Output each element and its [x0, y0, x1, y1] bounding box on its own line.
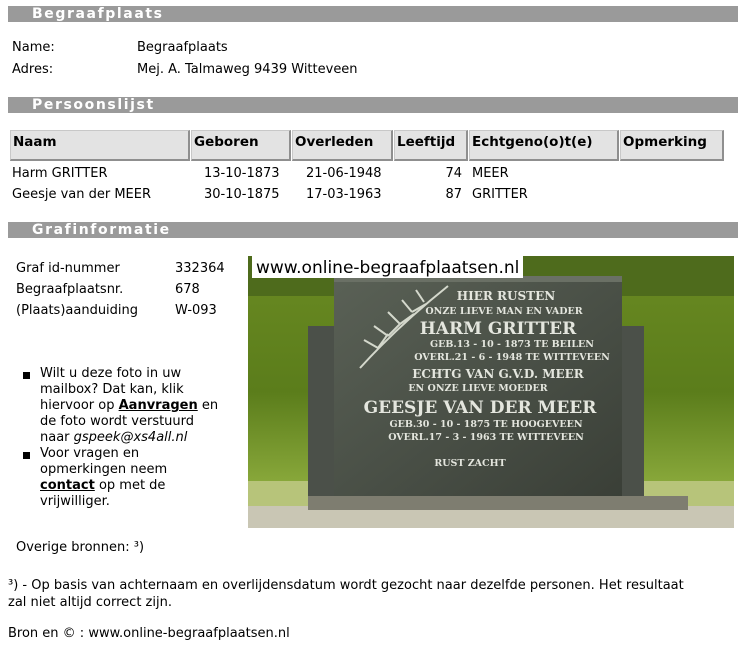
bullet-icon: [23, 372, 30, 379]
aanduiding-value: W-093: [175, 303, 217, 318]
cell-naam: Harm GRITTER: [12, 166, 108, 181]
address-value: Mej. A. Talmaweg 9439 Witteveen: [137, 62, 358, 77]
footnote-line-2: zal niet altijd correct zijn.: [8, 595, 172, 610]
inscription-line: EN ONZE LIEVE MOEDER: [408, 383, 547, 394]
name-label: Name:: [12, 40, 55, 55]
inscription-line: ONZE LIEVE MAN EN VADER: [425, 306, 582, 317]
inscription-line: GEESJE VAN DER MEER: [364, 398, 598, 418]
column-header-opmerking: Opmerking: [620, 130, 724, 161]
cell-leeftijd: 74: [445, 166, 462, 181]
section-header-grafinformatie: Grafinformatie: [8, 222, 738, 238]
aanduiding-label: (Plaats)aanduiding: [16, 303, 139, 318]
overige-bronnen: Overige bronnen: ³): [16, 540, 145, 555]
section-header-begraafplaats: Begraafplaats: [8, 6, 738, 22]
graf-id-label: Graf id-nummer: [16, 261, 120, 276]
cell-geboren: 13-10-1873: [204, 166, 280, 181]
cell-leeftijd: 87: [445, 187, 462, 202]
bron-credit: Bron en © : www.online-begraafplaatsen.n…: [8, 626, 290, 641]
cell-echtgenote: GRITTER: [472, 187, 528, 202]
contact-link[interactable]: contact: [40, 478, 95, 493]
grave-photo-image: HIER RUSTEN ONZE LIEVE MAN EN VADER HARM…: [248, 256, 734, 528]
begraafplaatsnr-label: Begraafplaatsnr.: [16, 282, 124, 297]
photo-watermark: www.online-begraafplaatsen.nl: [252, 256, 524, 278]
column-header-leeftijd: Leeftijd: [394, 130, 468, 161]
inscription-line: GEB.30 - 10 - 1875 TE HOOGEVEEN: [389, 419, 582, 430]
bullet-icon: [23, 452, 30, 459]
column-header-geboren: Geboren: [191, 130, 291, 161]
graf-id-value: 332364: [175, 261, 225, 276]
address-label: Adres:: [12, 62, 54, 77]
inscription-line: HARM GRITTER: [420, 319, 577, 339]
aanvragen-link[interactable]: Aanvragen: [119, 398, 198, 413]
photo-request-text: Wilt u deze foto in uw mailbox? Dat kan,…: [40, 366, 219, 445]
cell-echtgenote: MEER: [472, 166, 509, 181]
begraafplaatsnr-value: 678: [175, 282, 200, 297]
inscription-line: OVERL.17 - 3 - 1963 TE WITTEVEEN: [388, 432, 584, 443]
column-header-echtgenote: Echtgeno(o)t(e): [469, 130, 619, 161]
grave-photo[interactable]: HIER RUSTEN ONZE LIEVE MAN EN VADER HARM…: [248, 256, 734, 528]
cell-geboren: 30-10-1875: [204, 187, 280, 202]
inscription-line: HIER RUSTEN: [457, 289, 555, 303]
inscription-line: ECHTG VAN G.V.D. MEER: [412, 367, 585, 381]
column-header-overleden: Overleden: [292, 130, 393, 161]
inscription-line: RUST ZACHT: [434, 458, 505, 469]
cell-naam: Geesje van der MEER: [12, 187, 152, 202]
section-header-persoonslijst: Persoonslijst: [8, 97, 738, 113]
footnote-line-1: ³) - Op basis van achternaam en overlijd…: [8, 578, 684, 593]
email-address: gspeek@xs4all.nl: [73, 430, 188, 445]
cell-overleden: 17-03-1963: [306, 187, 382, 202]
inscription-line: OVERL.21 - 6 - 1948 TE WITTEVEEN: [414, 352, 610, 363]
name-value: Begraafplaats: [137, 40, 228, 55]
cell-overleden: 21-06-1948: [306, 166, 382, 181]
inscription-line: GEB.13 - 10 - 1873 TE BEILEN: [430, 339, 594, 350]
column-header-naam: Naam: [10, 130, 190, 161]
contact-text: Voor vragen en opmerkingen neem contact …: [40, 446, 168, 509]
